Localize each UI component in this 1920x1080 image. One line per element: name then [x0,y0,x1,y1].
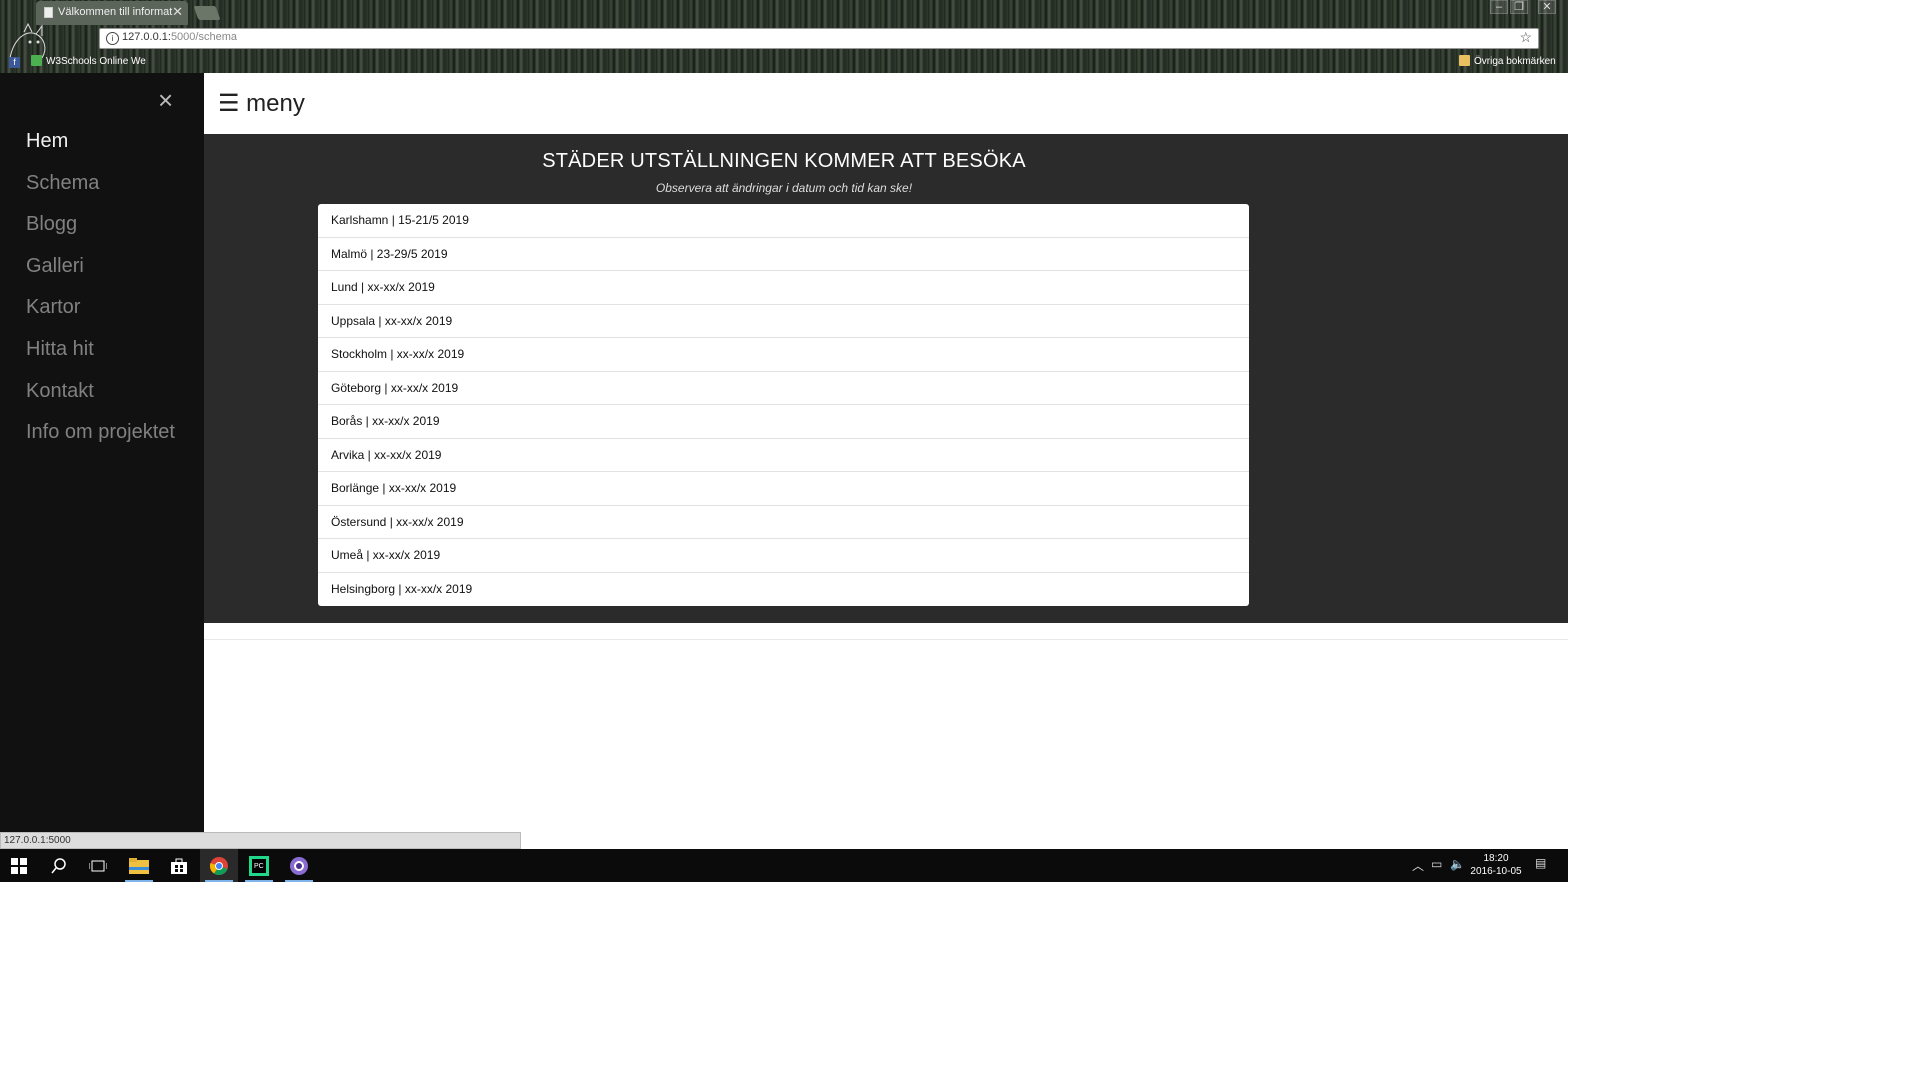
clock-time: 18:20 [1483,853,1509,864]
city-list: Karlshamn | 15-21/5 2019 Malmö | 23-29/5… [318,204,1249,606]
store-button[interactable] [160,849,198,882]
tab-strip: Välkommen till informati ✕ – ❐ ✕ [0,0,1568,25]
info-icon[interactable]: i [106,32,119,45]
store-bag-icon [171,858,187,874]
sidebar-item-hitta-hit[interactable]: Hitta hit [26,334,175,376]
list-item: Arvika | xx-xx/x 2019 [318,439,1249,472]
sidebar: × Hem Schema Blogg Galleri Kartor Hitta … [0,73,204,849]
schedule-section: STÄDER UTSTÄLLNINGEN KOMMER ATT BESÖKA O… [204,134,1568,623]
list-item: Karlshamn | 15-21/5 2019 [318,204,1249,238]
facebook-icon: f [9,57,20,68]
sidebar-item-kontakt[interactable]: Kontakt [26,376,175,418]
search-icon [51,857,66,873]
list-item: Malmö | 23-29/5 2019 [318,238,1249,271]
list-item: Helsingborg | xx-xx/x 2019 [331,581,473,596]
file-explorer-button[interactable] [120,849,158,882]
other-bookmarks-label: Övriga bokmärken [1474,56,1556,67]
chrome-button[interactable] [200,849,238,882]
browser-chrome: Välkommen till informati ✕ – ❐ ✕ i 127.0… [0,0,1568,73]
list-item: Umeå | xx-xx/x 2019 [318,539,1249,573]
search-button[interactable] [40,849,78,882]
folder-icon [129,857,149,874]
sidebar-item-kartor[interactable]: Kartor [26,292,175,334]
task-view-icon [89,860,107,871]
new-tab-button[interactable] [193,6,221,20]
status-bar-url: 127.0.0.1:5000 [0,832,521,849]
page-title: STÄDER UTSTÄLLNINGEN KOMMER ATT BESÖKA [542,150,1026,172]
divider [204,639,1568,640]
top-bar: ☰ meny [204,73,1568,134]
app-icon [290,856,308,875]
app-button[interactable] [280,849,318,882]
task-view-button[interactable] [79,849,117,882]
bookmark-label: W3Schools Online We [46,56,146,67]
clock-date: 2016-10-05 [1470,866,1522,877]
tab-title: Välkommen till informati [58,6,173,18]
notifications-icon[interactable]: ▤ [1535,856,1546,870]
pycharm-button[interactable]: PC [240,849,278,882]
close-sidebar-icon[interactable]: × [158,87,173,113]
sidebar-item-blogg[interactable]: Blogg [26,209,175,251]
bookmarks-bar: f W3Schools Online We Övriga bokmärken [0,53,1568,71]
restore-button[interactable]: ❐ [1510,0,1528,14]
volume-icon[interactable]: 🔈 [1450,857,1465,871]
clock[interactable]: 18:20 2016-10-05 [1466,852,1526,878]
list-item: Borås | xx-xx/x 2019 [318,405,1249,439]
folder-icon [1459,55,1470,66]
sidebar-item-schema[interactable]: Schema [26,168,175,210]
close-tab-icon[interactable]: ✕ [172,1,183,23]
sidebar-menu: Hem Schema Blogg Galleri Kartor Hitta hi… [26,126,175,459]
url-text: 127.0.0.1:5000/schema [122,31,237,43]
start-button[interactable] [0,849,38,882]
bookmark-item-w3schools[interactable]: W3Schools Online We [31,55,146,67]
list-item: Lund | xx-xx/x 2019 [318,271,1249,305]
other-bookmarks-folder[interactable]: Övriga bokmärken [1459,55,1556,67]
list-item: Stockholm | xx-xx/x 2019 [318,338,1249,372]
w3schools-icon [31,55,42,66]
windows-logo-icon [11,857,27,874]
windows-taskbar: PC ︿ ▭ 🔈 18:20 2016-10-05 ▤ [0,849,1568,882]
chrome-icon [209,856,228,875]
address-bar[interactable]: i 127.0.0.1:5000/schema ☆ [99,28,1539,49]
svg-text:PC: PC [254,863,264,870]
list-item: Göteborg | xx-xx/x 2019 [318,372,1249,405]
sidebar-item-hem[interactable]: Hem [26,126,175,168]
close-window-button[interactable]: ✕ [1538,0,1556,14]
list-item: Östersund | xx-xx/x 2019 [318,506,1249,539]
pycharm-icon: PC [249,855,269,876]
minimize-button[interactable]: – [1490,0,1508,14]
list-item: Borlänge | xx-xx/x 2019 [318,472,1249,506]
facebook-bookmark[interactable]: f [9,55,24,68]
bookmark-star-icon[interactable]: ☆ [1519,29,1532,46]
list-item: Uppsala | xx-xx/x 2019 [318,305,1249,338]
schedule-note: Observera att ändringar i datum och tid … [655,181,913,195]
page-icon [44,7,53,18]
show-hidden-icons-chevron-icon[interactable]: ︿ [1412,857,1424,874]
menu-toggle-button[interactable]: ☰ meny [218,89,305,118]
sidebar-item-galleri[interactable]: Galleri [26,251,175,293]
sidebar-item-info-om-projektet[interactable]: Info om projektet [26,417,175,459]
network-icon[interactable]: ▭ [1431,857,1442,871]
